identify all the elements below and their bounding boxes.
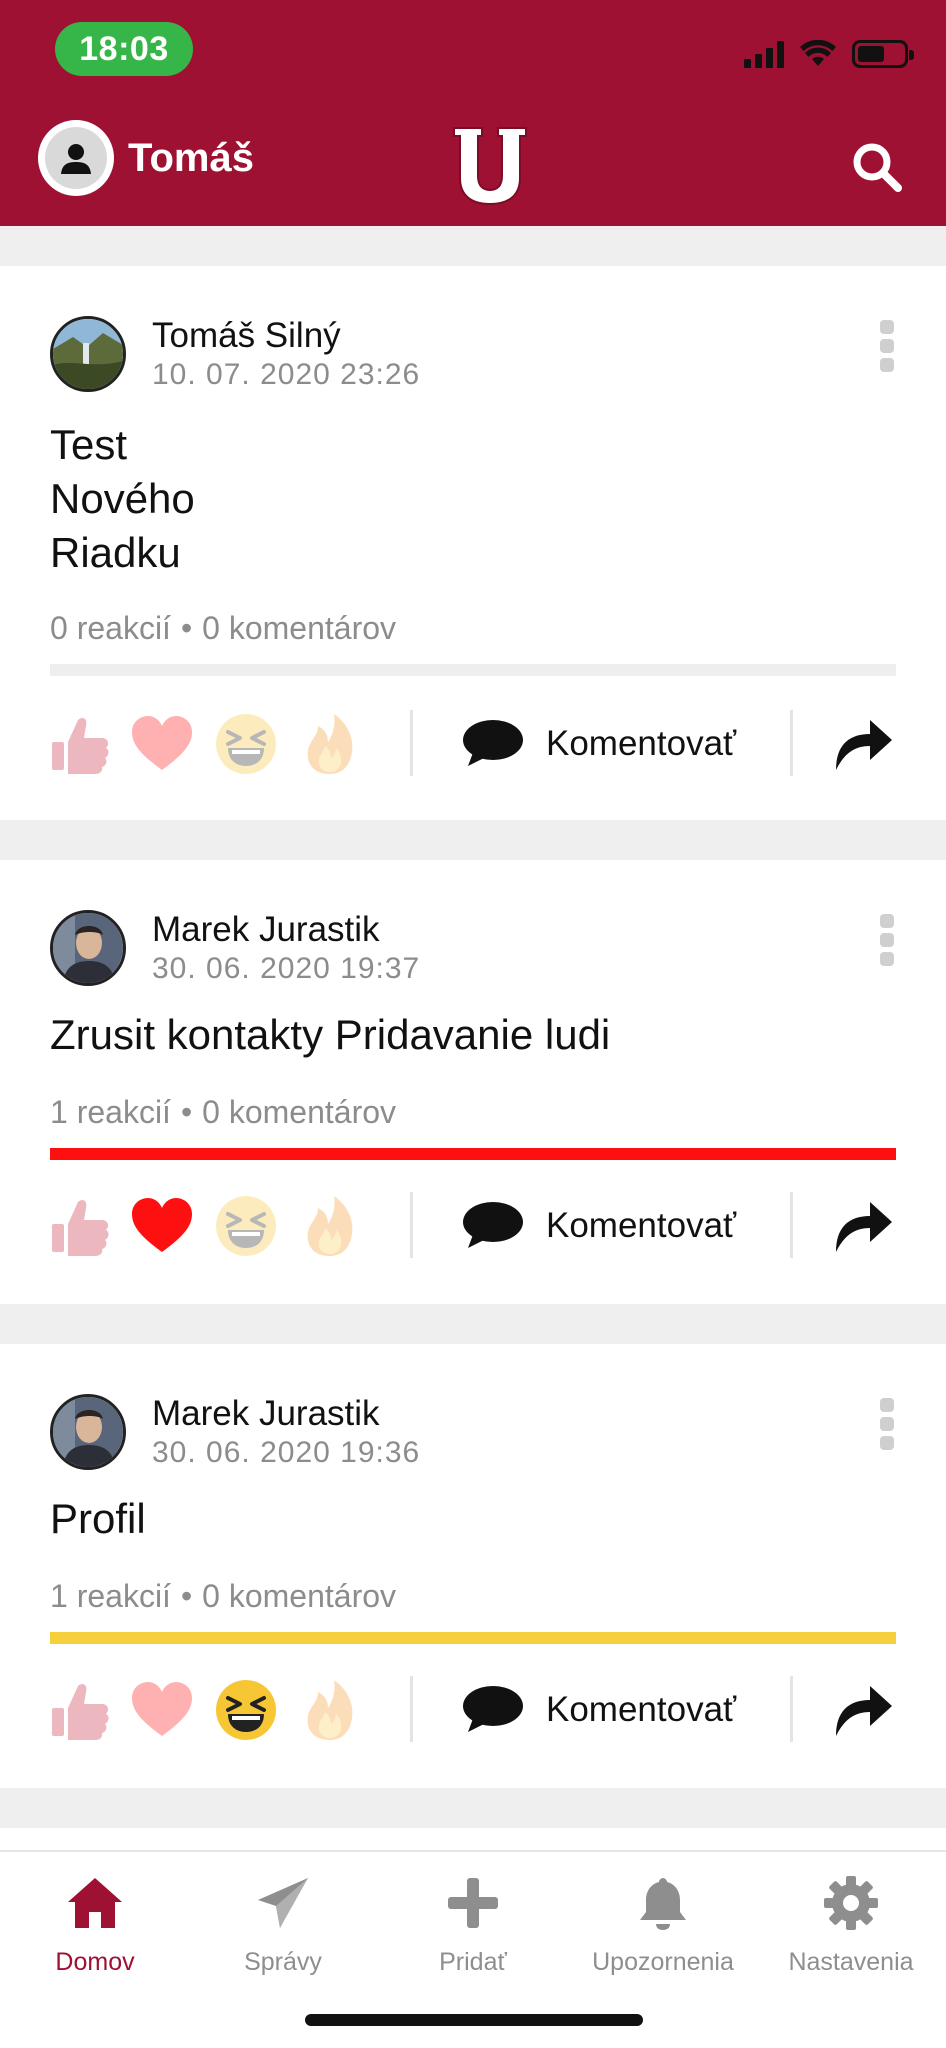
comment-label: Komentovať [546,724,737,763]
comment-label: Komentovať [546,1690,737,1729]
stats-separator: • [180,1094,193,1130]
action-divider [790,1192,793,1258]
post-actions: Komentovať [0,704,946,784]
nav-messages-label: Správy [244,1948,322,1976]
comment-count: 0 komentárov [202,610,397,646]
comment-button[interactable]: Komentovať [458,708,736,780]
speech-bubble-icon [463,1202,523,1248]
reaction-bar [50,1148,896,1160]
post-author[interactable]: Marek Jurastik [152,1394,380,1434]
speech-bubble-icon [463,720,523,766]
more-options-icon[interactable] [880,914,896,966]
home-icon [68,1878,122,1928]
action-divider [410,710,413,776]
laugh-reaction-icon[interactable] [214,1678,278,1742]
stats-separator: • [180,1578,193,1614]
nav-notifications-label: Upozornenia [592,1948,734,1976]
action-divider [410,1676,413,1742]
nav-add[interactable]: Pridať [378,1866,568,1996]
action-divider [410,1192,413,1258]
fire-reaction-icon[interactable] [298,712,362,776]
user-name: Tomáš [128,135,254,180]
paper-plane-icon [258,1878,308,1928]
like-reaction-icon[interactable] [48,1194,112,1258]
nav-notifications[interactable]: Upozornenia [568,1866,758,1996]
post-stats[interactable]: 1 reakcií • 0 komentárov [50,1578,396,1615]
person-photo-avatar-image [53,1397,123,1467]
like-reaction-icon[interactable] [48,1678,112,1742]
app-header: 18:03 Tomáš [0,0,946,226]
post-card: Marek Jurastik 30. 06. 2020 19:36 Profil… [0,1344,946,1788]
current-user[interactable]: Tomáš [38,120,254,196]
nav-settings-label: Nastavenia [788,1948,914,1976]
wifi-icon [800,40,836,66]
status-icons [744,40,914,68]
stats-separator: • [180,610,193,646]
nav-home[interactable]: Domov [0,1866,190,1996]
comment-button[interactable]: Komentovať [458,1674,736,1746]
post-actions: Komentovať [0,1186,946,1266]
fire-reaction-icon[interactable] [298,1194,362,1258]
gear-icon [824,1876,878,1930]
search-button[interactable] [850,140,904,194]
laugh-reaction-icon[interactable] [214,712,278,776]
reaction-count: 0 reakcií [50,610,171,646]
share-arrow-icon[interactable] [830,1192,896,1258]
post-text: Zrusit kontakty Pridavanie ludi [50,1011,611,1058]
user-avatar[interactable] [38,120,114,196]
post-card-partial [0,1828,946,1850]
cellular-signal-icon [744,40,784,68]
author-avatar[interactable] [50,910,126,986]
nav-settings[interactable]: Nastavenia [756,1866,946,1996]
post-actions: Komentovať [0,1670,946,1750]
nav-home-label: Domov [55,1948,135,1976]
share-arrow-icon[interactable] [830,1676,896,1742]
post-date: 30. 06. 2020 19:36 [152,1436,421,1469]
post-card: Tomáš Silný 10. 07. 2020 23:26 Test Nové… [0,266,946,820]
comment-count: 0 komentárov [202,1094,397,1130]
reaction-count: 1 reakcií [50,1094,171,1130]
landscape-avatar-image [53,319,123,389]
app-logo [453,127,527,206]
post-stats[interactable]: 1 reakcií • 0 komentárov [50,1094,396,1131]
post-card: Marek Jurastik 30. 06. 2020 19:37 Zrusit… [0,860,946,1304]
nav-add-label: Pridať [439,1948,507,1976]
status-time: 18:03 [55,22,193,76]
heart-reaction-icon[interactable] [130,1194,194,1258]
battery-icon [852,40,914,68]
person-photo-avatar-image [53,913,123,983]
more-options-icon[interactable] [880,320,896,372]
plus-icon [448,1878,498,1928]
reaction-bar [50,664,896,676]
laugh-reaction-icon[interactable] [214,1194,278,1258]
comment-count: 0 komentárov [202,1578,397,1614]
post-author[interactable]: Marek Jurastik [152,910,380,950]
more-options-icon[interactable] [880,1398,896,1450]
fire-reaction-icon[interactable] [298,1678,362,1742]
action-divider [790,1676,793,1742]
person-icon [61,144,91,174]
home-indicator [305,2014,643,2026]
heart-reaction-icon[interactable] [130,1678,194,1742]
author-avatar[interactable] [50,316,126,392]
heart-reaction-icon[interactable] [130,712,194,776]
speech-bubble-icon [463,1686,523,1732]
share-arrow-icon[interactable] [830,710,896,776]
post-stats[interactable]: 0 reakcií • 0 komentárov [50,610,396,647]
like-reaction-icon[interactable] [48,712,112,776]
nav-messages[interactable]: Správy [188,1866,378,1996]
bell-icon [640,1878,686,1930]
reaction-count: 1 reakcií [50,1578,171,1614]
post-date: 10. 07. 2020 23:26 [152,358,421,391]
action-divider [790,710,793,776]
post-author[interactable]: Tomáš Silný [152,316,341,356]
comment-button[interactable]: Komentovať [458,1190,736,1262]
post-text: Profil [50,1495,146,1542]
reaction-bar [50,1632,896,1644]
post-text: Test Nového Riadku [50,421,195,576]
comment-label: Komentovať [546,1206,737,1245]
post-date: 30. 06. 2020 19:37 [152,952,421,985]
author-avatar[interactable] [50,1394,126,1470]
